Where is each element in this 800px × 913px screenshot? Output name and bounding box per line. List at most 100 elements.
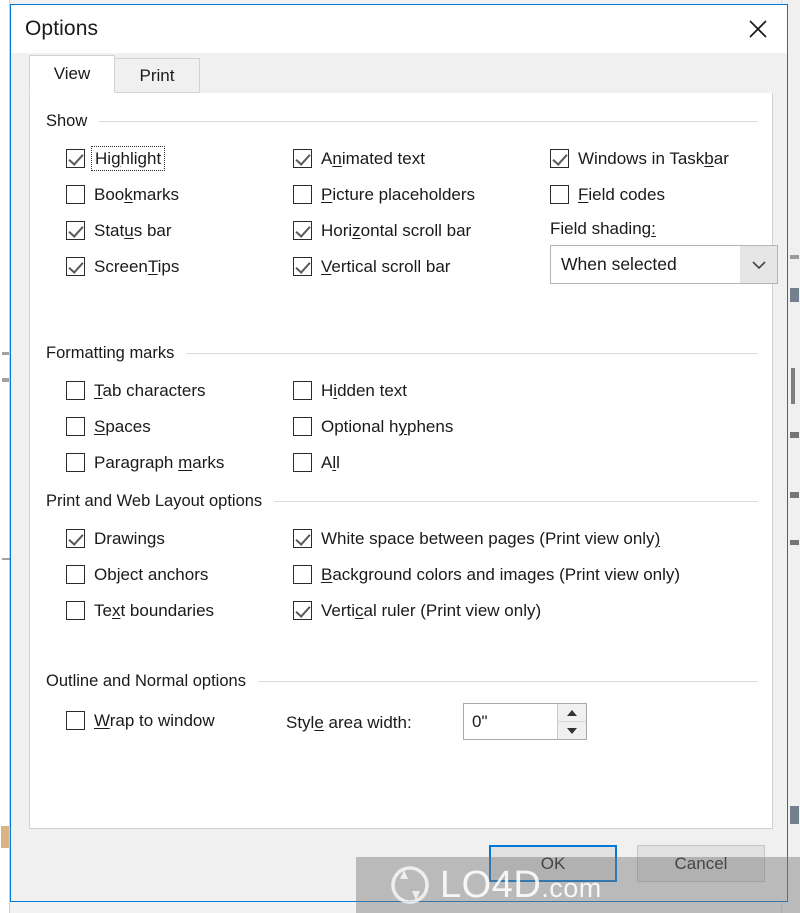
checkbox-vertical-scroll-bar[interactable]: Vertical scroll bar (293, 257, 450, 276)
checkbox-label: Text boundaries (94, 601, 215, 620)
checkbox-paragraph-marks[interactable]: Paragraph marks (66, 453, 224, 472)
accelerator-char: e (314, 713, 324, 732)
checkbox-box (66, 257, 85, 276)
checkbox-highlight[interactable]: Highlight (66, 146, 166, 171)
checkbox-box (293, 601, 312, 620)
group-print-web-layout-title: Print and Web Layout options (46, 491, 263, 510)
checkbox-label: Picture placeholders (321, 185, 476, 204)
accelerator-char: l (332, 453, 337, 472)
style-area-width-input[interactable] (464, 704, 557, 739)
checkbox-box (66, 711, 85, 730)
cancel-button[interactable]: Cancel (637, 845, 765, 882)
checkbox-background-colors-and-images[interactable]: Background colors and images (Print view… (293, 565, 680, 584)
ok-button[interactable]: OK (489, 845, 617, 882)
spinner-down-button[interactable] (558, 721, 586, 739)
checkbox-label: Tab characters (94, 381, 206, 400)
group-formatting-marks: Formatting marks Tab characters Spaces P… (30, 343, 772, 475)
checkbox-box (66, 529, 85, 548)
ok-button-label: OK (540, 853, 566, 873)
accelerator-char: y (398, 417, 408, 436)
spinner-up-button[interactable] (558, 704, 586, 721)
checkbox-label: Hidden text (321, 381, 408, 400)
tab-print[interactable]: Print (114, 58, 200, 93)
checkbox-white-space-between-pages[interactable]: White space between pages (Print view on… (293, 529, 660, 548)
checkbox-optional-hyphens[interactable]: Optional hyphens (293, 417, 453, 436)
group-show: Show Highlight Bookmarks Status bar Scre… (30, 111, 778, 284)
checkbox-box (66, 601, 85, 620)
checkbox-windows-in-taskbar[interactable]: Windows in Taskbar (550, 149, 729, 168)
tabstrip: View Print (11, 53, 787, 93)
checkbox-vertical-ruler[interactable]: Vertical ruler (Print view only) (293, 601, 541, 620)
checkbox-box (550, 185, 569, 204)
field-shading-combobox[interactable]: When selected (550, 245, 778, 284)
group-formatting-marks-header: Formatting marks (30, 343, 772, 363)
group-divider (186, 352, 758, 354)
tab-view[interactable]: View (29, 55, 115, 93)
checkbox-box (66, 417, 85, 436)
group-show-rows: Highlight Bookmarks Status bar ScreenTip… (30, 131, 778, 284)
checkbox-box (293, 565, 312, 584)
checkbox-spaces[interactable]: Spaces (66, 417, 151, 436)
background-speck (790, 432, 799, 438)
field-shading-dropdown-button[interactable] (740, 246, 777, 283)
checkbox-screentips[interactable]: ScreenTips (66, 257, 179, 276)
checkbox-label: All (321, 453, 340, 472)
checkbox-label: Spaces (94, 417, 151, 436)
checkbox-box (293, 257, 312, 276)
checkbox-box (66, 453, 85, 472)
checkbox-tab-characters[interactable]: Tab characters (66, 381, 206, 400)
group-print-web-layout: Print and Web Layout options Drawings Ob… (30, 491, 772, 623)
checkbox-wrap-to-window[interactable]: Wrap to window (66, 711, 215, 730)
checkbox-label: Wrap to window (94, 711, 215, 730)
background-speck (790, 806, 799, 824)
spinner-buttons (557, 704, 586, 739)
checkbox-drawings[interactable]: Drawings (66, 529, 165, 548)
accelerator-char: u (124, 221, 134, 240)
spinner-down-icon (567, 727, 577, 734)
group-formatting-marks-rows: Tab characters Spaces Paragraph marks Hi… (30, 363, 772, 475)
checkbox-text-boundaries[interactable]: Text boundaries (66, 601, 214, 620)
checkbox-object-anchors[interactable]: Object anchors (66, 565, 208, 584)
checkbox-label: Animated text (321, 149, 425, 168)
accelerator-char: n (332, 149, 342, 168)
checkbox-box (293, 185, 312, 204)
accelerator-char: b (704, 149, 714, 168)
checkbox-box (66, 221, 85, 240)
checkbox-status-bar[interactable]: Status bar (66, 221, 172, 240)
accelerator-char: P (321, 185, 333, 204)
group-show-header: Show (30, 111, 772, 131)
checkbox-label: Optional hyphens (321, 417, 454, 436)
dialog-title: Options (25, 17, 99, 40)
checkbox-field-codes[interactable]: Field codes (550, 185, 665, 204)
accelerator-char: T (94, 381, 103, 400)
checkbox-label: Horizontal scroll bar (321, 221, 472, 240)
background-speck (790, 492, 799, 498)
background-speck (791, 368, 795, 404)
checkbox-hidden-text[interactable]: Hidden text (293, 381, 407, 400)
tab-print-label: Print (139, 65, 175, 85)
view-tab-panel: Show Highlight Bookmarks Status bar Scre… (29, 93, 778, 829)
accelerator-char: S (94, 417, 106, 436)
close-button[interactable] (729, 5, 787, 53)
checkbox-picture-placeholders[interactable]: Picture placeholders (293, 185, 475, 204)
background-speck (2, 352, 9, 355)
checkbox-all[interactable]: All (293, 453, 340, 472)
checkbox-box (66, 149, 85, 168)
checkbox-animated-text[interactable]: Animated text (293, 149, 425, 168)
checkbox-box (66, 185, 85, 204)
group-outline-normal: Outline and Normal options Wrap to windo… (30, 671, 772, 771)
spinner-up-icon (567, 709, 577, 716)
checkbox-horizontal-scroll-bar[interactable]: Horizontal scroll bar (293, 221, 471, 240)
accelerator-char: m (178, 453, 193, 472)
background-speck (1, 826, 9, 848)
checkbox-box (293, 417, 312, 436)
background-speck (2, 378, 9, 382)
tab-view-label: View (53, 64, 91, 83)
checkbox-box (293, 529, 312, 548)
checkbox-label: Status bar (94, 221, 172, 240)
group-outline-normal-title: Outline and Normal options (46, 671, 246, 690)
background-speck (790, 288, 799, 302)
style-area-width-spinner[interactable] (463, 703, 587, 740)
checkbox-bookmarks[interactable]: Bookmarks (66, 185, 179, 204)
accelerator-char: i (333, 381, 338, 400)
